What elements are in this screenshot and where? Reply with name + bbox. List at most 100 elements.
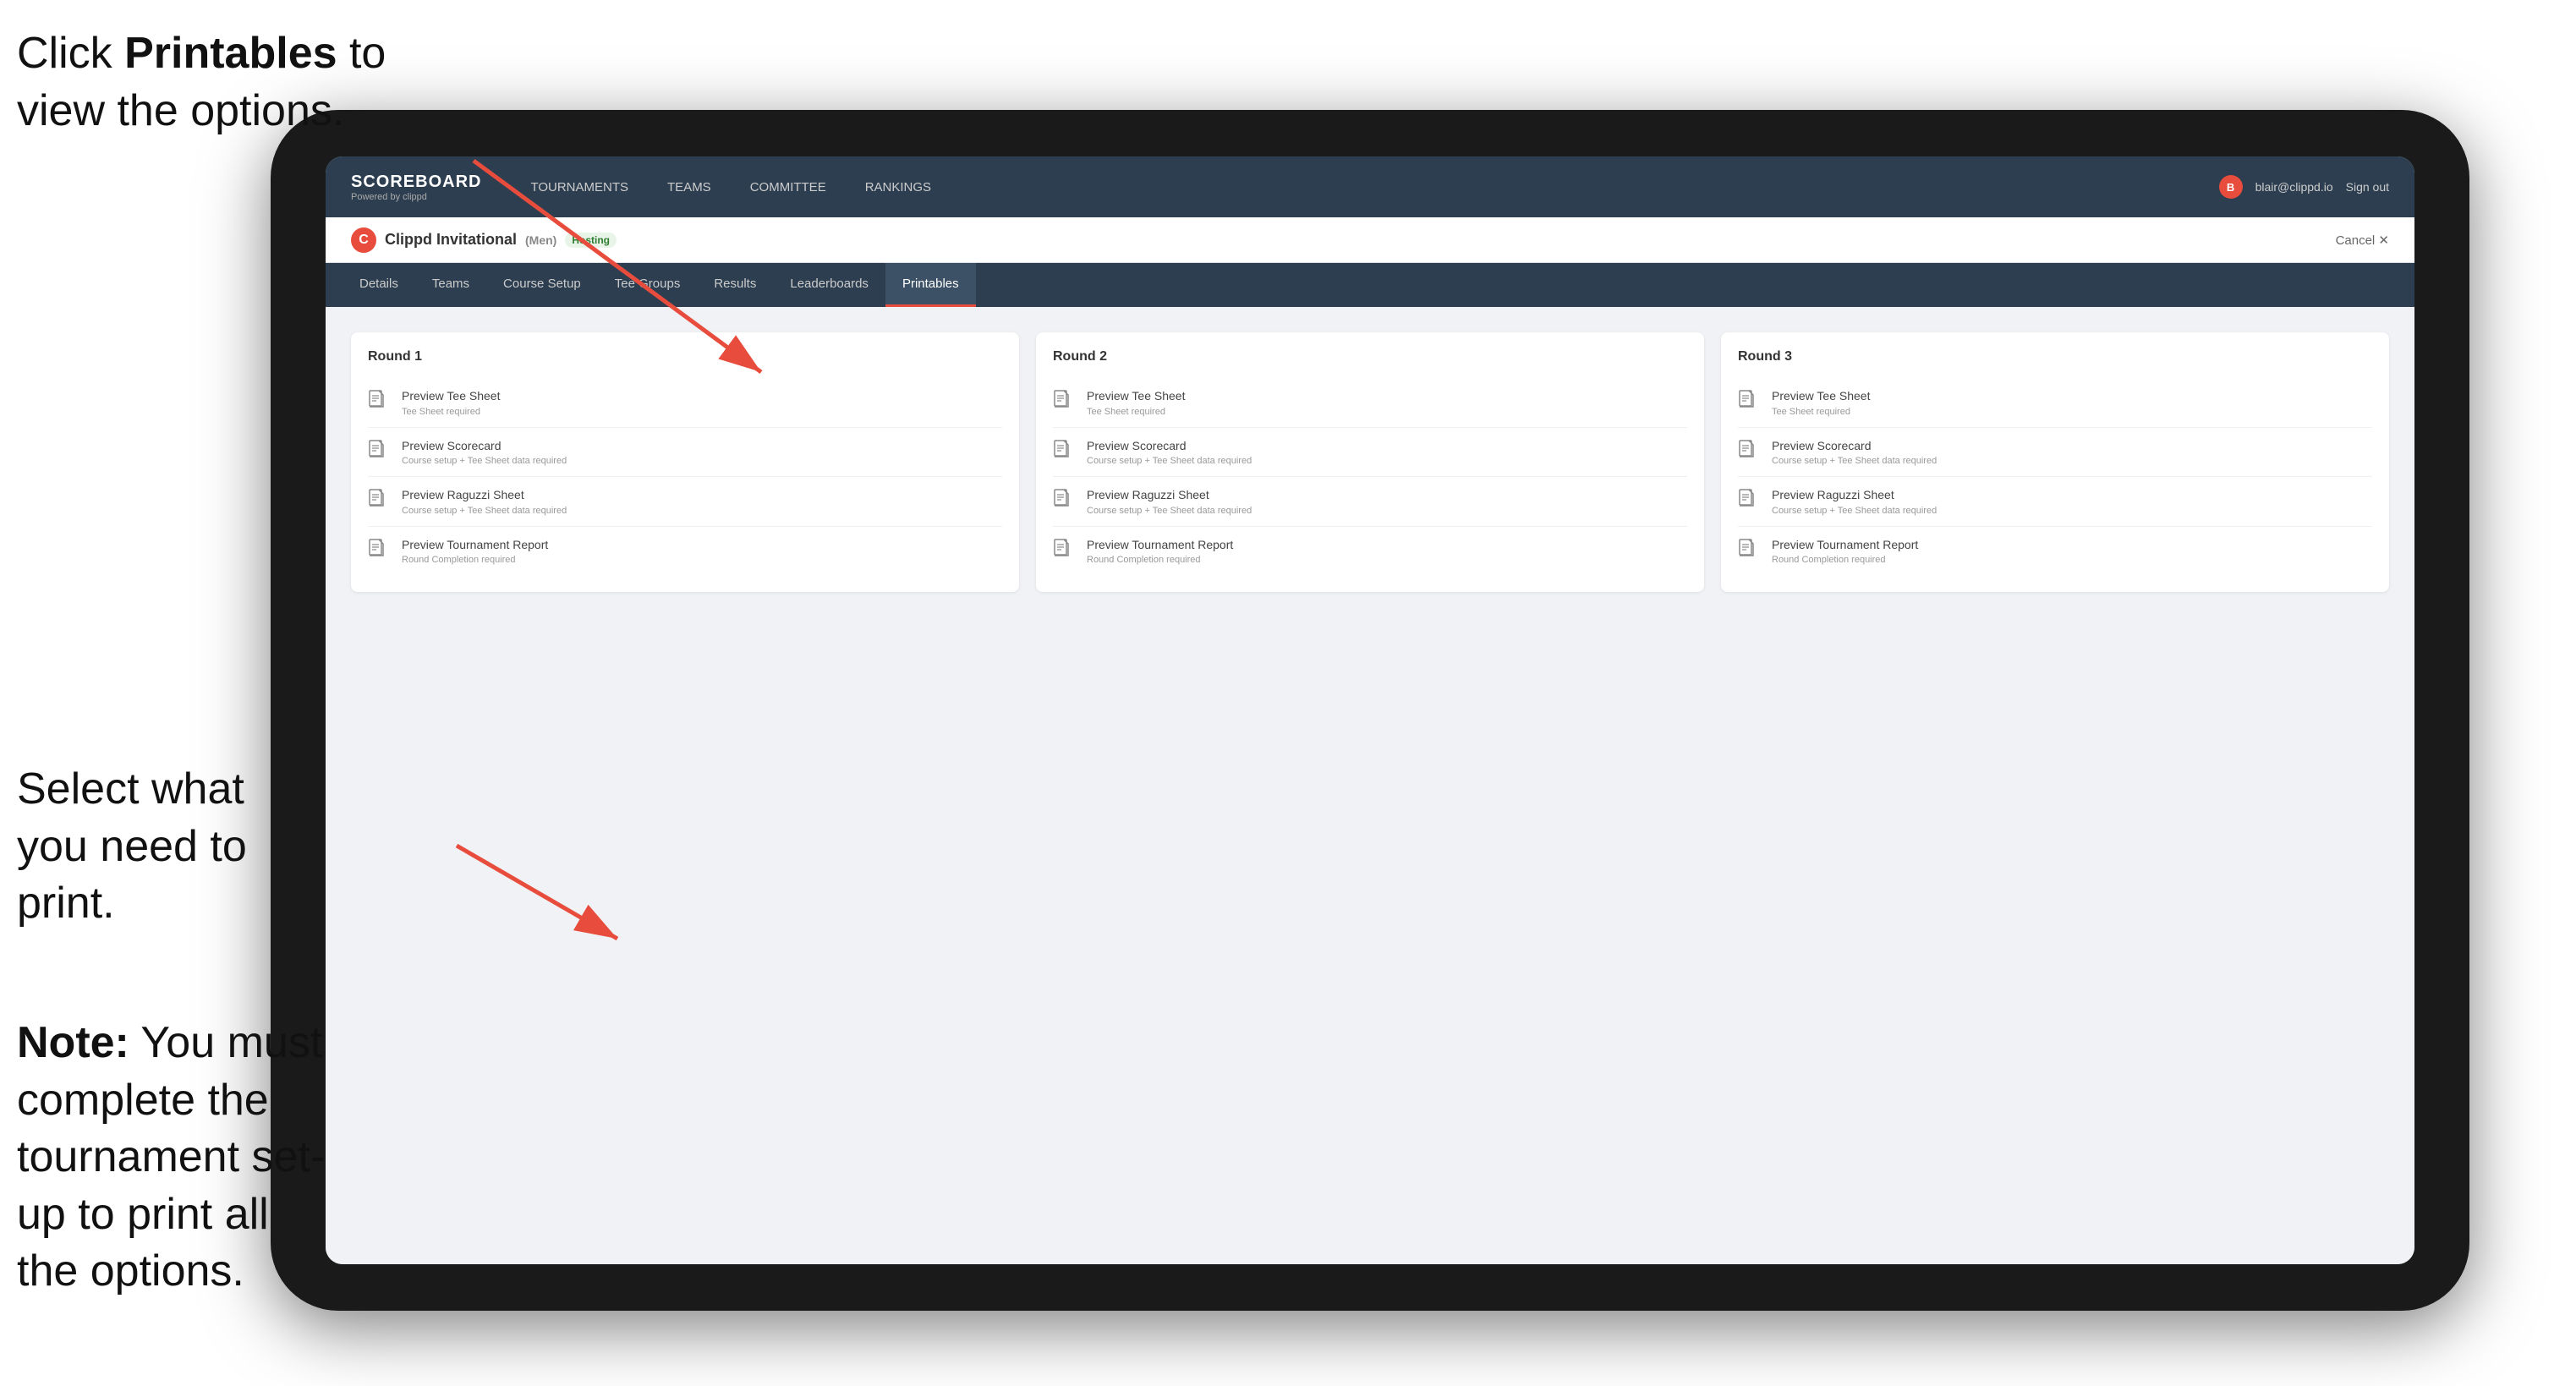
status-badge: Hosting bbox=[565, 233, 617, 248]
print-item-text: Preview Raguzzi Sheet Course setup + Tee… bbox=[402, 487, 1002, 516]
print-item-subtitle: Course setup + Tee Sheet data required bbox=[1772, 456, 2372, 466]
print-item-title: Preview Scorecard bbox=[1772, 438, 2372, 455]
print-item-title: Preview Raguzzi Sheet bbox=[402, 487, 1002, 504]
print-item-text: Preview Scorecard Course setup + Tee She… bbox=[1772, 438, 2372, 467]
print-item-text: Preview Tee Sheet Tee Sheet required bbox=[402, 388, 1002, 417]
top-nav: SCOREBOARD Powered by clippd TOURNAMENTS… bbox=[326, 156, 2414, 217]
sub-header: C Clippd Invitational (Men) Hosting Canc… bbox=[326, 217, 2414, 263]
tab-teams[interactable]: Teams bbox=[415, 263, 486, 307]
print-item-title: Preview Tee Sheet bbox=[402, 388, 1002, 405]
print-item-subtitle: Course setup + Tee Sheet data required bbox=[402, 506, 1002, 516]
print-item-text: Preview Raguzzi Sheet Course setup + Tee… bbox=[1087, 487, 1687, 516]
print-item-3-3[interactable]: Preview Raguzzi Sheet Course setup + Tee… bbox=[1738, 477, 2372, 527]
print-item-1-4[interactable]: Preview Tournament Report Round Completi… bbox=[368, 527, 1002, 576]
print-item-2-4[interactable]: Preview Tournament Report Round Completi… bbox=[1053, 527, 1687, 576]
print-item-3-1[interactable]: Preview Tee Sheet Tee Sheet required bbox=[1738, 378, 2372, 428]
tab-details[interactable]: Details bbox=[343, 263, 415, 307]
print-item-title: Preview Scorecard bbox=[1087, 438, 1687, 455]
print-item-text: Preview Tournament Report Round Completi… bbox=[1087, 537, 1687, 566]
sign-out-link[interactable]: Sign out bbox=[2346, 180, 2389, 194]
nav-rankings[interactable]: RANKINGS bbox=[858, 176, 938, 199]
print-item-2-1[interactable]: Preview Tee Sheet Tee Sheet required bbox=[1053, 378, 1687, 428]
tab-course-setup[interactable]: Course Setup bbox=[486, 263, 598, 307]
print-icon bbox=[1053, 539, 1077, 562]
brand-sub: Powered by clippd bbox=[351, 192, 481, 202]
user-avatar: B bbox=[2219, 175, 2243, 199]
print-icon bbox=[368, 440, 392, 463]
print-item-title: Preview Tournament Report bbox=[1772, 537, 2372, 554]
nav-tournaments[interactable]: TOURNAMENTS bbox=[523, 176, 635, 199]
brand-title: SCOREBOARD bbox=[351, 173, 481, 192]
print-icon bbox=[368, 390, 392, 414]
print-item-3-4[interactable]: Preview Tournament Report Round Completi… bbox=[1738, 527, 2372, 576]
nav-committee[interactable]: COMMITTEE bbox=[743, 176, 833, 199]
round-column-1: Round 1 Preview Tee Sheet Tee Sheet requ… bbox=[351, 332, 1019, 592]
round-title-2: Round 2 bbox=[1053, 349, 1687, 364]
print-item-text: Preview Raguzzi Sheet Course setup + Tee… bbox=[1772, 487, 2372, 516]
top-nav-links: TOURNAMENTS TEAMS COMMITTEE RANKINGS bbox=[523, 176, 2218, 199]
print-icon bbox=[1738, 539, 1762, 562]
round-title-1: Round 1 bbox=[368, 349, 1002, 364]
print-item-subtitle: Course setup + Tee Sheet data required bbox=[1772, 506, 2372, 516]
print-item-text: Preview Scorecard Course setup + Tee She… bbox=[1087, 438, 1687, 467]
annotation-top: Click Printables toview the options. bbox=[17, 25, 386, 140]
tablet-screen: SCOREBOARD Powered by clippd TOURNAMENTS… bbox=[326, 156, 2414, 1264]
print-item-text: Preview Tournament Report Round Completi… bbox=[1772, 537, 2372, 566]
tournament-name: Clippd Invitational bbox=[385, 231, 517, 249]
print-item-text: Preview Tournament Report Round Completi… bbox=[402, 537, 1002, 566]
print-item-title: Preview Tournament Report bbox=[402, 537, 1002, 554]
annotation-bottom: Note: You must complete the tournament s… bbox=[17, 1015, 338, 1301]
round-column-3: Round 3 Preview Tee Sheet Tee Sheet requ… bbox=[1721, 332, 2389, 592]
print-item-2-3[interactable]: Preview Raguzzi Sheet Course setup + Tee… bbox=[1053, 477, 1687, 527]
tablet-shell: SCOREBOARD Powered by clippd TOURNAMENTS… bbox=[271, 110, 2469, 1311]
print-item-subtitle: Round Completion required bbox=[1087, 555, 1687, 565]
print-item-subtitle: Course setup + Tee Sheet data required bbox=[1087, 456, 1687, 466]
print-item-subtitle: Course setup + Tee Sheet data required bbox=[1087, 506, 1687, 516]
print-item-subtitle: Tee Sheet required bbox=[402, 407, 1002, 417]
print-item-subtitle: Tee Sheet required bbox=[1087, 407, 1687, 417]
print-item-title: Preview Raguzzi Sheet bbox=[1772, 487, 2372, 504]
print-item-text: Preview Tee Sheet Tee Sheet required bbox=[1087, 388, 1687, 417]
print-item-2-2[interactable]: Preview Scorecard Course setup + Tee She… bbox=[1053, 428, 1687, 478]
content-area: Round 1 Preview Tee Sheet Tee Sheet requ… bbox=[326, 307, 2414, 1264]
print-item-title: Preview Raguzzi Sheet bbox=[1087, 487, 1687, 504]
print-item-text: Preview Tee Sheet Tee Sheet required bbox=[1772, 388, 2372, 417]
print-item-subtitle: Tee Sheet required bbox=[1772, 407, 2372, 417]
print-item-title: Preview Tournament Report bbox=[1087, 537, 1687, 554]
print-item-1-3[interactable]: Preview Raguzzi Sheet Course setup + Tee… bbox=[368, 477, 1002, 527]
print-item-subtitle: Round Completion required bbox=[402, 555, 1002, 565]
print-item-title: Preview Tee Sheet bbox=[1772, 388, 2372, 405]
print-icon bbox=[1738, 390, 1762, 414]
tournament-bracket: (Men) bbox=[525, 233, 556, 247]
print-item-subtitle: Round Completion required bbox=[1772, 555, 2372, 565]
rounds-container: Round 1 Preview Tee Sheet Tee Sheet requ… bbox=[351, 332, 2389, 592]
tab-tee-groups[interactable]: Tee Groups bbox=[598, 263, 698, 307]
print-item-text: Preview Scorecard Course setup + Tee She… bbox=[402, 438, 1002, 467]
print-item-1-2[interactable]: Preview Scorecard Course setup + Tee She… bbox=[368, 428, 1002, 478]
tab-printables[interactable]: Printables bbox=[885, 263, 976, 307]
round-title-3: Round 3 bbox=[1738, 349, 2372, 364]
print-icon bbox=[1738, 489, 1762, 512]
tab-bar: Details Teams Course Setup Tee Groups Re… bbox=[326, 263, 2414, 307]
tournament-title: C Clippd Invitational (Men) Hosting bbox=[351, 227, 617, 253]
print-icon bbox=[1053, 390, 1077, 414]
print-item-1-1[interactable]: Preview Tee Sheet Tee Sheet required bbox=[368, 378, 1002, 428]
annotation-middle: Select what you need to print. bbox=[17, 761, 288, 933]
brand: SCOREBOARD Powered by clippd bbox=[351, 173, 481, 202]
tab-leaderboards[interactable]: Leaderboards bbox=[773, 263, 885, 307]
top-nav-right: B blair@clippd.io Sign out bbox=[2219, 175, 2389, 199]
tab-results[interactable]: Results bbox=[697, 263, 773, 307]
print-item-title: Preview Scorecard bbox=[402, 438, 1002, 455]
c-logo: C bbox=[351, 227, 376, 253]
print-icon bbox=[1053, 489, 1077, 512]
print-icon bbox=[1738, 440, 1762, 463]
nav-teams[interactable]: TEAMS bbox=[660, 176, 718, 199]
print-item-title: Preview Tee Sheet bbox=[1087, 388, 1687, 405]
print-icon bbox=[368, 489, 392, 512]
user-email: blair@clippd.io bbox=[2255, 180, 2333, 194]
print-icon bbox=[1053, 440, 1077, 463]
print-item-3-2[interactable]: Preview Scorecard Course setup + Tee She… bbox=[1738, 428, 2372, 478]
round-column-2: Round 2 Preview Tee Sheet Tee Sheet requ… bbox=[1036, 332, 1704, 592]
cancel-button[interactable]: Cancel ✕ bbox=[2336, 233, 2389, 248]
print-item-subtitle: Course setup + Tee Sheet data required bbox=[402, 456, 1002, 466]
